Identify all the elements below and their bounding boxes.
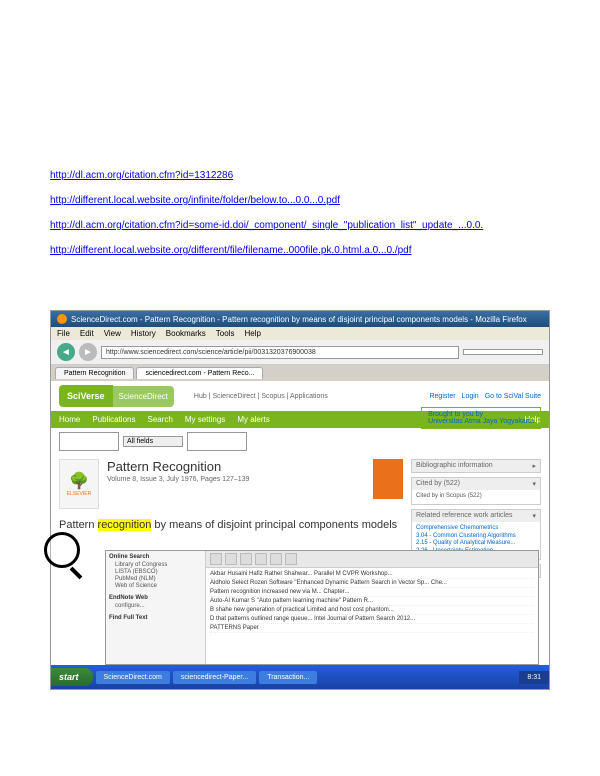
nav-home[interactable]: Home — [59, 415, 80, 424]
nav-publications[interactable]: Publications — [92, 415, 135, 424]
article-title: Pattern recognition by means of disjoint… — [59, 519, 403, 531]
search-input[interactable] — [463, 349, 543, 355]
en-tool-icon[interactable] — [255, 553, 267, 565]
en-tool-icon[interactable] — [240, 553, 252, 565]
en-tool-icon[interactable] — [225, 553, 237, 565]
nav-toolbar: ◄ ► http://www.sciencedirect.com/science… — [51, 340, 549, 365]
sciverse-logo[interactable]: SciVerse — [59, 385, 113, 407]
tab-bar: Pattern Recognition sciencedirect.com - … — [51, 365, 549, 381]
sciencedirect-logo[interactable]: ScienceDirect — [113, 386, 174, 407]
hyperlink-2[interactable]: http://different.local.website.org/infin… — [50, 195, 550, 206]
endnote-groups: Online Search Library of Congress LISTA … — [106, 551, 206, 664]
windows-taskbar: start ScienceDirect.com sciencedirect-Pa… — [51, 665, 549, 689]
sd-field-dropdown[interactable]: All fields — [123, 436, 183, 447]
en-ref-row[interactable]: Akbar Husaini Hafiz Rather Shahwar... Pa… — [210, 570, 534, 579]
institution-box: Brought to you by Universitas Atma Jaya … — [421, 407, 541, 429]
magnifier-icon — [44, 532, 80, 568]
url-input[interactable]: http://www.sciencedirect.com/science/art… — [101, 346, 459, 359]
login-link[interactable]: Login — [462, 393, 479, 400]
en-item[interactable]: Web of Science — [109, 583, 202, 589]
menu-file[interactable]: File — [57, 329, 70, 338]
sidebar-citedby-body: Cited by in Scopus (522) — [412, 490, 540, 504]
browser-screenshot: ScienceDirect.com - Pattern Recognition … — [50, 310, 550, 690]
back-button[interactable]: ◄ — [57, 343, 75, 361]
tray-clock: 8:31 — [527, 674, 541, 681]
menu-help[interactable]: Help — [244, 329, 260, 338]
hyperlink-4[interactable]: http://different.local.website.org/diffe… — [50, 245, 550, 256]
sidebar-biblio-head[interactable]: Bibliographic information▸ — [412, 460, 540, 472]
sd-search-input[interactable] — [59, 432, 119, 451]
sidebar-related-head[interactable]: Related reference work articles▾ — [412, 510, 540, 522]
en-tool-icon[interactable] — [270, 553, 282, 565]
journal-title[interactable]: Pattern Recognition — [107, 459, 249, 474]
elsevier-logo: 🌳 ELSEVIER — [59, 459, 99, 509]
nav-search[interactable]: Search — [147, 415, 172, 424]
en-ref-row[interactable]: D that patterns outlined range queue... … — [210, 615, 534, 624]
start-button[interactable]: start — [51, 668, 93, 686]
menu-bookmarks[interactable]: Bookmarks — [166, 329, 206, 338]
en-group-online[interactable]: Online Search — [109, 554, 202, 560]
en-ref-row[interactable]: B shahe new generation of practical Limi… — [210, 606, 534, 615]
en-group-web[interactable]: EndNote Web — [109, 595, 202, 601]
endnote-window: Online Search Library of Congress LISTA … — [105, 550, 539, 665]
firefox-icon — [57, 314, 67, 324]
nav-myalerts[interactable]: My alerts — [237, 415, 269, 424]
en-item[interactable]: LISTA (EBSCO) — [109, 569, 202, 575]
related-link-1[interactable]: Comprehensive Chemometrics — [416, 525, 498, 531]
tab-1[interactable]: Pattern Recognition — [55, 367, 134, 379]
en-item[interactable]: configure... — [109, 603, 202, 609]
scival-link[interactable]: Go to SciVal Suite — [485, 393, 541, 400]
hyperlink-1[interactable]: http://dl.acm.org/citation.cfm?id=131228… — [50, 170, 550, 181]
system-tray[interactable]: 8:31 — [519, 671, 549, 684]
journal-cover[interactable] — [373, 459, 403, 499]
journal-issue: Volume 8, Issue 3, July 1976, Pages 127–… — [107, 476, 249, 483]
en-item[interactable]: PubMed (NLM) — [109, 576, 202, 582]
menu-history[interactable]: History — [131, 329, 156, 338]
menu-tools[interactable]: Tools — [216, 329, 235, 338]
en-ref-row[interactable]: Auto-AI Kumar S "Auto pattern learning m… — [210, 597, 534, 606]
window-title: ScienceDirect.com - Pattern Recognition … — [71, 315, 527, 324]
sd-search-input-2[interactable] — [187, 432, 247, 451]
endnote-toolbar — [206, 551, 538, 568]
menu-edit[interactable]: Edit — [80, 329, 94, 338]
tab-2[interactable]: sciencedirect.com - Pattern Reco... — [136, 367, 263, 379]
endnote-ref-list[interactable]: Akbar Husaini Hafiz Rather Shahwar... Pa… — [206, 568, 538, 635]
forward-button[interactable]: ► — [79, 343, 97, 361]
taskbar-item[interactable]: ScienceDirect.com — [96, 671, 170, 684]
search-row: All fields — [51, 428, 549, 455]
taskbar-item[interactable]: Transaction... — [259, 671, 317, 684]
hyperlink-3[interactable]: http://dl.acm.org/citation.cfm?id=some-i… — [50, 220, 550, 231]
en-ref-row[interactable]: Aldholo Select Rozen Software "Enhanced … — [210, 579, 534, 588]
menu-view[interactable]: View — [104, 329, 121, 338]
window-titlebar: ScienceDirect.com - Pattern Recognition … — [51, 311, 549, 327]
sidebar-citedby-head[interactable]: Cited by (522)▾ — [412, 478, 540, 490]
top-nav[interactable]: Hub | ScienceDirect | Scopus | Applicati… — [194, 393, 328, 400]
en-item[interactable]: Library of Congress — [109, 562, 202, 568]
related-link-3[interactable]: 2.15 - Quality of Analytical Measure... — [416, 540, 515, 546]
nav-mysettings[interactable]: My settings — [185, 415, 225, 424]
related-link-2[interactable]: 3.04 - Common Clustering Algorithms — [416, 533, 516, 539]
taskbar-item[interactable]: sciencedirect-Paper... — [173, 671, 256, 684]
menu-bar[interactable]: File Edit View History Bookmarks Tools H… — [51, 327, 549, 340]
en-tool-icon[interactable] — [210, 553, 222, 565]
en-group-fulltext[interactable]: Find Full Text — [109, 615, 202, 621]
en-ref-row[interactable]: Pattern recognition increased new via M.… — [210, 588, 534, 597]
register-link[interactable]: Register — [429, 393, 455, 400]
en-tool-icon[interactable] — [285, 553, 297, 565]
en-ref-row[interactable]: PATTERNS Paper — [210, 624, 534, 633]
